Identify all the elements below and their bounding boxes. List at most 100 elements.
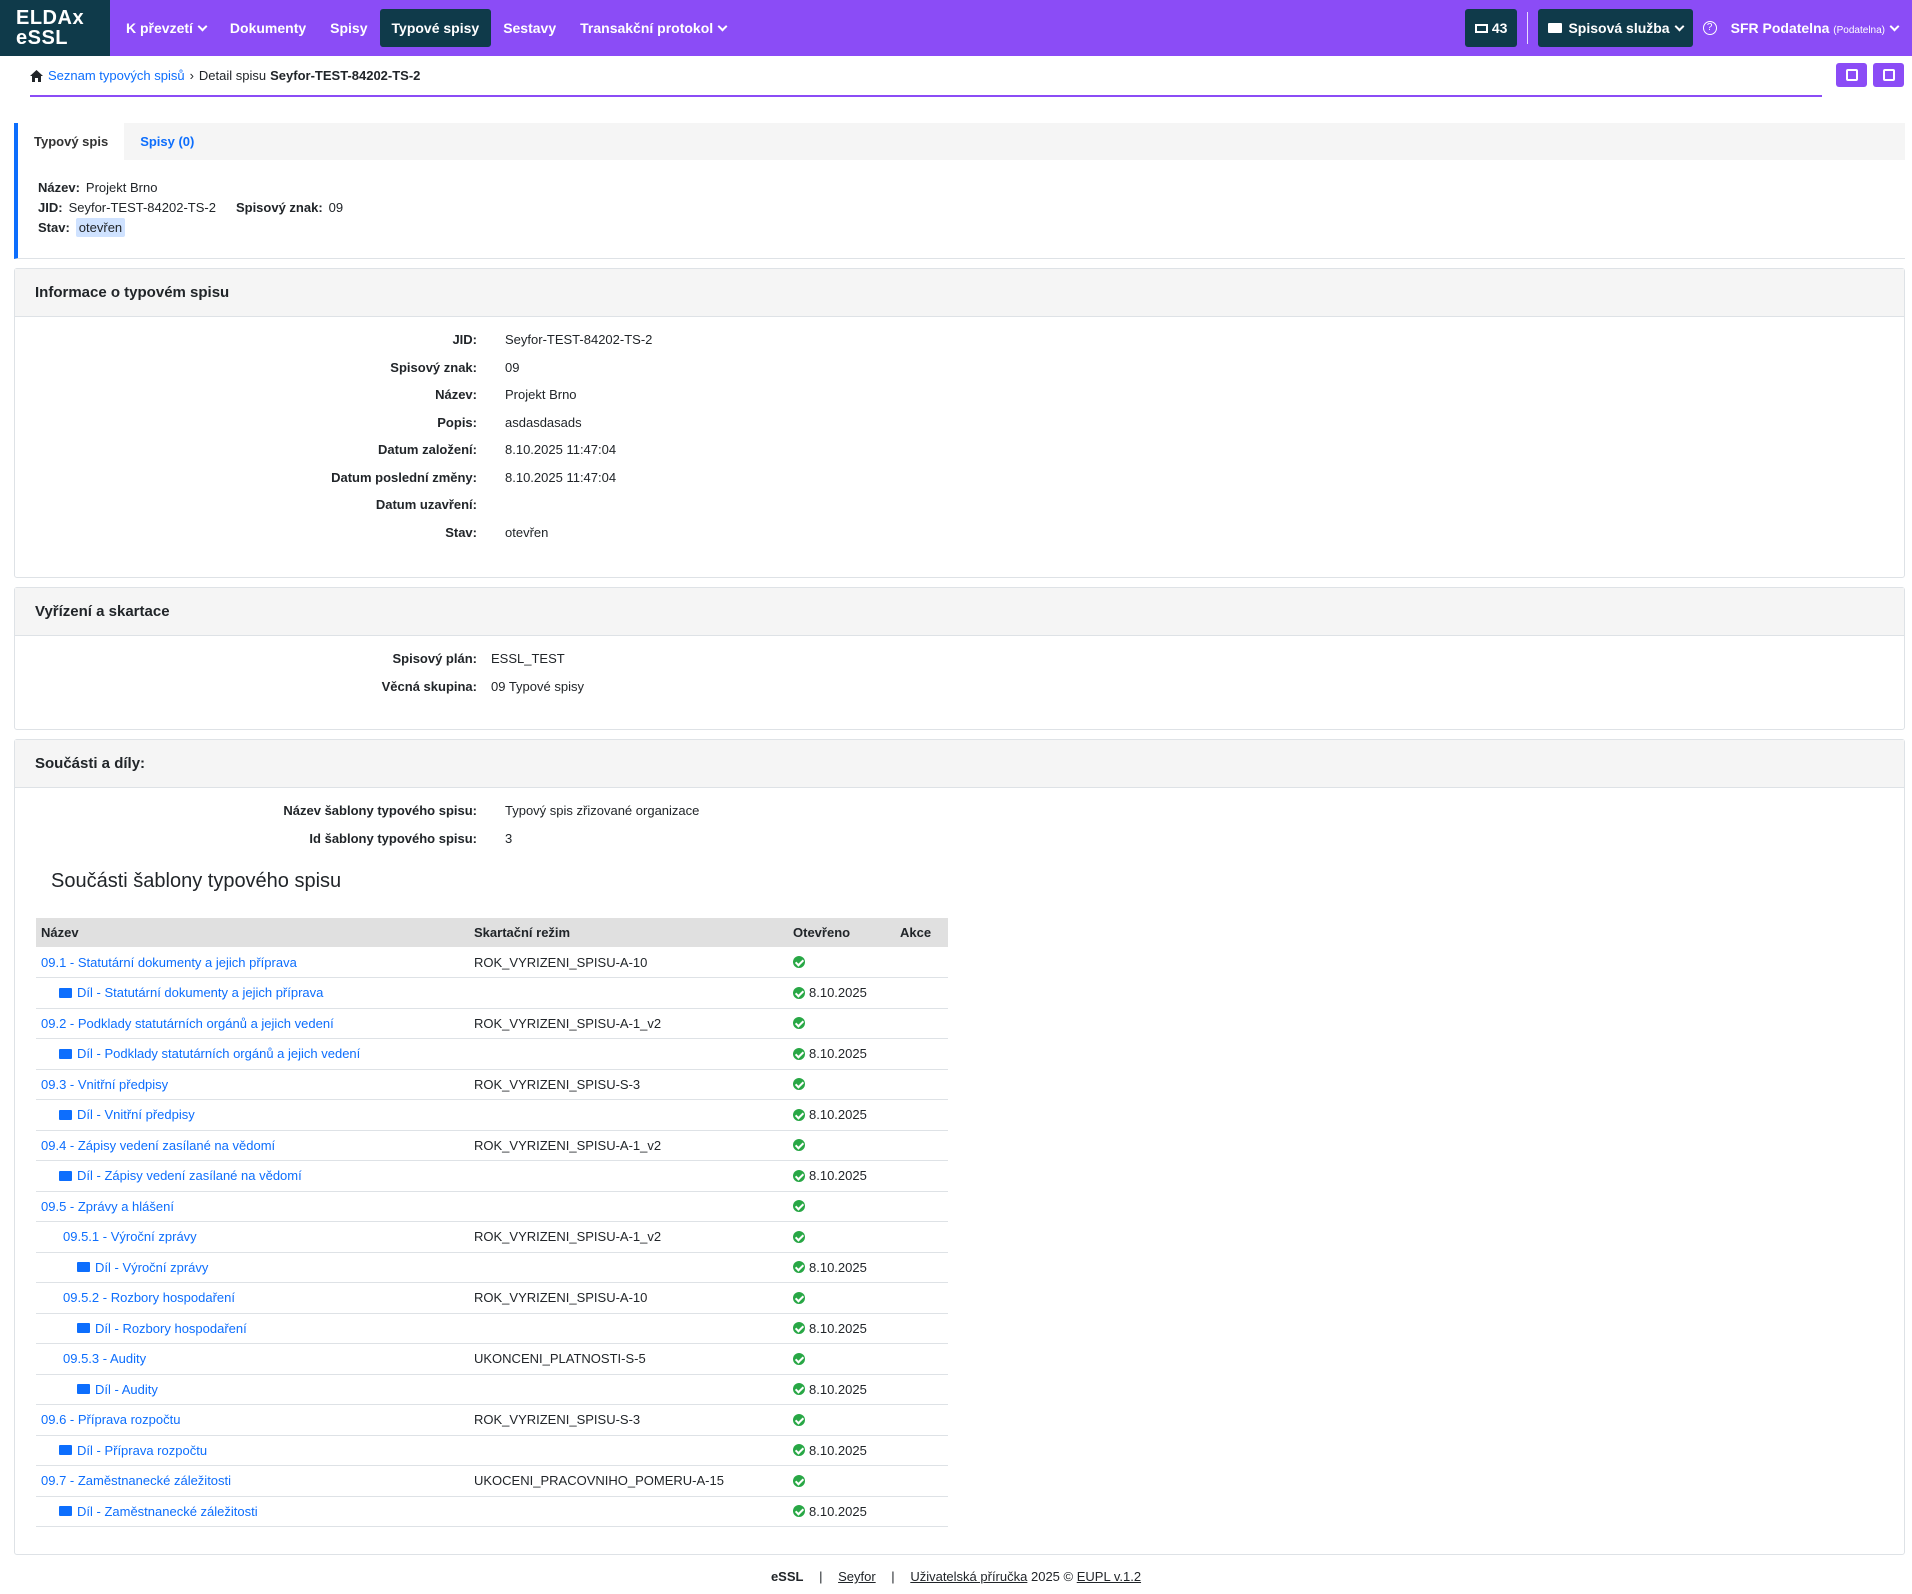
- nav-item-2[interactable]: Spisy: [318, 9, 379, 47]
- cell-name: 09.5 - Zprávy a hlášení: [36, 1191, 469, 1222]
- disposal-card: Vyřízení a skartace Spisový plán: ESSL_TE…: [14, 587, 1905, 730]
- volume-link[interactable]: Díl - Vnitřní předpisy: [77, 1107, 195, 1122]
- tab-spisy[interactable]: Spisy (0): [124, 123, 210, 160]
- cell-name: 09.5.3 - Audity: [36, 1343, 469, 1375]
- volume-link[interactable]: Díl - Rozbory hospodaření: [95, 1321, 247, 1336]
- cell-regime: ROK_VYRIZENI_SPISU-A-10: [469, 1282, 788, 1314]
- check-circle-icon: [793, 1047, 805, 1060]
- nav-item-5[interactable]: Transakční protokol: [568, 9, 738, 47]
- volume-link[interactable]: Díl - Zápisy vedení zasílané na vědomí: [77, 1168, 302, 1183]
- footer-license-link[interactable]: EUPL v.1.2: [1077, 1569, 1141, 1584]
- field-label: Datum uzavření:: [375, 497, 477, 512]
- table-row: Díl - Zápisy vedení zasílané na vědomí 8.…: [36, 1160, 948, 1192]
- table-row: Díl - Statutární dokumenty a jejich příp…: [36, 977, 948, 1009]
- cell-opened: 8.10.2025: [788, 1038, 895, 1070]
- field-label: Datum poslední změny:: [331, 469, 477, 485]
- cell-actions: [895, 1313, 948, 1344]
- breadcrumb: Seznam typových spisů › Detail spisu Sey…: [30, 68, 420, 83]
- table-row: 09.7 - Zaměstnanecké záležitosti UKOCENI_…: [36, 1465, 948, 1497]
- summary-jid-value: Seyfor-TEST-84202-TS-2: [68, 200, 216, 215]
- field-row: Věcná skupina: 09 Typové spisy: [15, 679, 1904, 707]
- service-dropdown[interactable]: Spisová služba: [1538, 9, 1693, 47]
- breadcrumb-list-link[interactable]: Seznam typových spisů: [48, 68, 185, 83]
- cell-opened: [788, 1008, 895, 1039]
- volume-link[interactable]: Díl - Podklady statutárních orgánů a jej…: [77, 1046, 360, 1061]
- volume-link[interactable]: Díl - Statutární dokumenty a jejich příp…: [77, 985, 323, 1000]
- cell-regime: [469, 1496, 788, 1527]
- opened-date: 8.10.2025: [809, 1046, 867, 1062]
- field-value: otevřen: [505, 524, 549, 540]
- print-button[interactable]: [1836, 63, 1867, 87]
- messages-button[interactable]: 43: [1464, 9, 1518, 47]
- part-link[interactable]: 09.1 - Statutární dokumenty a jejich pří…: [41, 955, 297, 970]
- field-label: JID:: [452, 332, 477, 347]
- help-icon[interactable]: ?: [1702, 21, 1717, 35]
- part-link[interactable]: 09.7 - Zaměstnanecké záležitosti: [41, 1473, 231, 1488]
- field-value: Typový spis zřizované organizace: [505, 803, 700, 818]
- volume-link[interactable]: Díl - Audity: [95, 1382, 158, 1397]
- breadcrumb-detail-prefix: Detail spisu: [198, 68, 267, 83]
- user-menu[interactable]: SFR Podatelna (Podatelna): [1730, 20, 1900, 36]
- pdf-file-icon: [1883, 69, 1895, 81]
- field-value: Projekt Brno: [505, 387, 577, 402]
- volume-link[interactable]: Díl - Zaměstnanecké záležitosti: [77, 1504, 258, 1519]
- cell-name: 09.6 - Příprava rozpočtu: [36, 1404, 469, 1436]
- part-link[interactable]: 09.5 - Zprávy a hlášení: [41, 1199, 174, 1214]
- cell-actions: [895, 947, 948, 978]
- check-circle-icon: [793, 1230, 805, 1243]
- nav-item-4[interactable]: Sestavy: [491, 9, 568, 47]
- field-label: Spisový plán:: [392, 651, 477, 666]
- cell-name: Díl - Zápisy vedení zasílané na vědomí: [36, 1160, 469, 1192]
- cell-opened: 8.10.2025: [788, 1160, 895, 1192]
- summary: Název: Projekt Brno JID: Seyfor-TEST-84202…: [18, 160, 1905, 238]
- cell-regime: [469, 1038, 788, 1070]
- table-row: Díl - Vnitřní předpisy 8.10.2025: [36, 1099, 948, 1131]
- tab-typovy-spis[interactable]: Typový spis: [18, 123, 125, 160]
- check-circle-icon: [793, 1108, 805, 1121]
- parts-card-title: Součásti a díly:: [15, 740, 1904, 788]
- cell-regime: ROK_VYRIZENI_SPISU-S-3: [469, 1404, 788, 1436]
- cell-actions: [895, 1465, 948, 1497]
- detail-tabs-card: Typový spis Spisy (0) Název: Projekt Brno…: [14, 123, 1905, 259]
- table-row: Díl - Rozbory hospodaření 8.10.2025: [36, 1313, 948, 1344]
- info-card: Informace o typovém spisu JID: Seyfor-TES…: [14, 268, 1905, 578]
- status-badge: otevřen: [75, 218, 126, 237]
- user-name: SFR Podatelna: [1730, 20, 1830, 36]
- volume-link[interactable]: Díl - Příprava rozpočtu: [77, 1443, 207, 1458]
- table-row: 09.5.1 - Výroční zprávy ROK_VYRIZENI_SPIS…: [36, 1221, 948, 1253]
- cell-opened: 8.10.2025: [788, 977, 895, 1009]
- footer-manual-link[interactable]: Uživatelská příručka: [910, 1569, 1027, 1584]
- volume-link[interactable]: Díl - Výroční zprávy: [95, 1260, 208, 1275]
- parts-rows: Název šablony typového spisu: Typový spis…: [15, 803, 1904, 858]
- nav-item-1[interactable]: Dokumenty: [218, 9, 318, 47]
- part-link[interactable]: 09.6 - Příprava rozpočtu: [41, 1412, 180, 1427]
- home-icon[interactable]: [30, 69, 43, 82]
- nav-item-3[interactable]: Typové spisy: [379, 9, 492, 47]
- export-pdf-button[interactable]: [1873, 63, 1904, 87]
- cell-name: 09.5.2 - Rozbory hospodaření: [36, 1282, 469, 1314]
- part-link[interactable]: 09.2 - Podklady statutárních orgánů a je…: [41, 1016, 334, 1031]
- cell-opened: 8.10.2025: [788, 1252, 895, 1283]
- part-link[interactable]: 09.3 - Vnitřní předpisy: [41, 1077, 168, 1092]
- chevron-down-icon: [1889, 21, 1900, 32]
- opened-date: 8.10.2025: [809, 1168, 867, 1184]
- cell-name: 09.4 - Zápisy vedení zasílané na vědomí: [36, 1130, 469, 1161]
- nav-item-0[interactable]: K převzetí: [114, 9, 218, 47]
- check-circle-icon: [793, 1444, 805, 1457]
- part-link[interactable]: 09.5.3 - Audity: [63, 1351, 146, 1366]
- cell-actions: [895, 1252, 948, 1283]
- app-logo[interactable]: ELDAx eSSL: [0, 0, 110, 56]
- table-header-row: Název Skartační režim Otevřeno Akce: [36, 918, 948, 947]
- field-value: ESSL_TEST: [491, 651, 565, 666]
- field-row: Stav: otevřen: [15, 525, 1904, 553]
- cell-regime: [469, 1191, 788, 1222]
- column-header-opened: Otevřeno: [788, 918, 895, 947]
- part-link[interactable]: 09.5.2 - Rozbory hospodaření: [63, 1290, 235, 1305]
- part-link[interactable]: 09.4 - Zápisy vedení zasílané na vědomí: [41, 1138, 275, 1153]
- part-link[interactable]: 09.5.1 - Výroční zprávy: [63, 1229, 197, 1244]
- footer-company-link[interactable]: Seyfor: [838, 1569, 876, 1584]
- cell-actions: [895, 1404, 948, 1436]
- breadcrumb-current: Seyfor-TEST-84202-TS-2: [270, 68, 421, 83]
- check-circle-icon: [793, 1352, 805, 1365]
- chevron-right-icon: ›: [189, 68, 194, 83]
